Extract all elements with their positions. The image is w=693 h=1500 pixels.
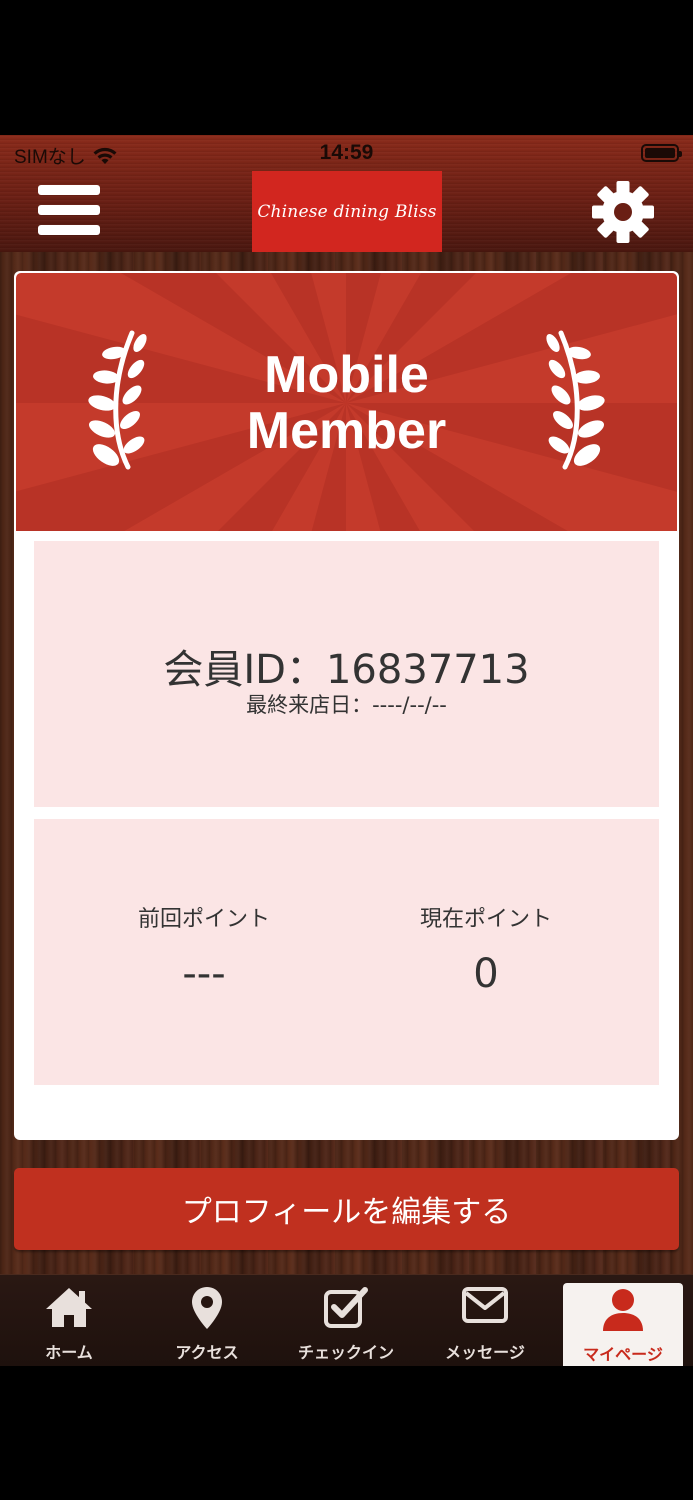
map-pin-icon <box>192 1287 222 1329</box>
top-letterbox <box>0 0 693 135</box>
user-icon <box>603 1289 643 1331</box>
previous-points-value: --- <box>182 951 226 997</box>
tab-messages-label: メッセージ <box>445 1343 525 1362</box>
bottom-letterbox <box>0 1366 693 1500</box>
previous-points-label: 前回ポイント <box>137 907 270 932</box>
current-points-value: 0 <box>473 951 499 997</box>
tab-mypage[interactable]: マイページ <box>563 1283 683 1366</box>
hamburger-menu-button[interactable] <box>38 185 102 239</box>
tab-checkin-label: チェックイン <box>297 1343 394 1362</box>
points-panel: 前回ポイント --- 現在ポイント 0 <box>34 819 659 1085</box>
tab-access[interactable]: アクセス <box>142 1275 272 1366</box>
settings-button[interactable] <box>590 179 656 245</box>
tab-mypage-label: マイページ <box>583 1345 663 1364</box>
member-id-panel: 会員ID：16837713 最終来店日：----/--/-- <box>34 541 659 807</box>
envelope-icon <box>462 1287 508 1323</box>
member-card: Mobile Member 会員ID：16837713 最終来店日：----/-… <box>14 271 679 1140</box>
tab-access-label: アクセス <box>175 1343 239 1362</box>
tab-home[interactable]: ホーム <box>4 1275 134 1366</box>
hamburger-menu-icon <box>38 185 100 195</box>
checkin-icon <box>324 1287 368 1328</box>
last-visit-date: 最終来店日：----/--/-- <box>246 693 447 717</box>
mobile-member-banner: Mobile Member <box>16 273 677 531</box>
logo-text: Chinese dining Bliss <box>257 201 437 222</box>
tab-messages[interactable]: メッセージ <box>420 1275 550 1366</box>
restaurant-logo[interactable]: Chinese dining Bliss <box>252 171 442 252</box>
current-points: 現在ポイント 0 <box>336 901 636 997</box>
edit-profile-button[interactable]: プロフィールを編集する <box>14 1168 679 1250</box>
current-points-label: 現在ポイント <box>419 907 552 932</box>
member-id: 会員ID：16837713 <box>163 647 530 693</box>
bottom-tab-bar: ホーム アクセス チェックイン メッセージ マイページ <box>0 1274 693 1366</box>
app-screen: SIMなし 14:59 Chinese dining Bliss Mobile … <box>0 135 693 1366</box>
home-icon <box>46 1288 92 1327</box>
tab-checkin[interactable]: チェックイン <box>281 1275 411 1366</box>
tab-home-label: ホーム <box>45 1343 93 1362</box>
status-bar: SIMなし 14:59 <box>0 135 693 171</box>
clock: 14:59 <box>319 141 374 164</box>
battery-icon <box>641 144 682 162</box>
gear-icon <box>592 181 654 243</box>
previous-points: 前回ポイント --- <box>54 901 354 997</box>
laurel-right-icon <box>546 330 605 470</box>
app-header: SIMなし 14:59 Chinese dining Bliss <box>0 135 693 252</box>
